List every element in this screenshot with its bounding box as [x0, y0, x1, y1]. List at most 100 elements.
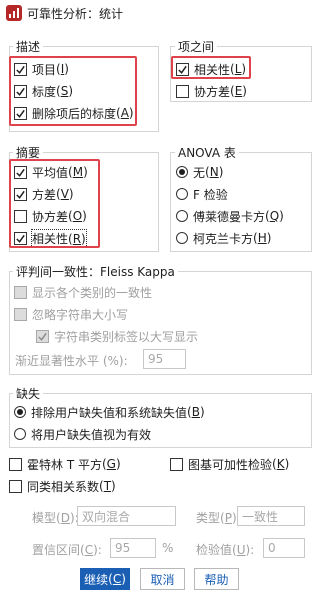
radio-icon[interactable] — [14, 428, 26, 440]
radio-icon[interactable] — [176, 188, 188, 200]
summary-covariances-checkbox[interactable]: 协方差(O) — [14, 207, 87, 225]
checkbox-icon[interactable] — [14, 106, 27, 120]
anova-legend: ANOVA 表 — [175, 144, 239, 161]
checkbox-icon[interactable] — [9, 457, 22, 471]
summary-legend: 摘要 — [13, 144, 44, 161]
confidence-interval-input[interactable]: 95 — [110, 538, 156, 558]
scale-checkbox[interactable]: 标度(S) — [14, 82, 73, 100]
checkbox-icon[interactable] — [14, 209, 27, 223]
describe-legend: 描述 — [13, 38, 44, 55]
radio-icon[interactable] — [14, 406, 26, 418]
type-value: 一致性 — [242, 509, 279, 524]
radio-icon[interactable] — [176, 166, 188, 178]
summary-correlations-checkbox[interactable]: 相关性(R) — [14, 228, 87, 248]
ci-label-text: 置信区间 — [32, 543, 81, 557]
checkbox-icon[interactable] — [170, 457, 183, 471]
checkbox-icon[interactable] — [36, 329, 49, 343]
significance-level-value: 95 — [148, 352, 164, 366]
test-value-input[interactable]: 0 — [263, 538, 305, 558]
window-title: 可靠性分析：统计 — [27, 7, 124, 21]
checkbox-icon[interactable] — [14, 165, 27, 179]
tukey-additivity-checkbox[interactable]: 图基可加性检验(K) — [170, 455, 289, 473]
inter-item-correlation-checkbox[interactable]: 相关性(L) — [176, 60, 246, 78]
anova-none-radio[interactable]: 无(N) — [176, 163, 223, 181]
scale-if-deleted-label: 删除项后的标度 — [32, 106, 117, 121]
tukey-label: 图基可加性检验 — [188, 457, 273, 472]
checkbox-icon[interactable] — [9, 479, 22, 493]
item-label: 项目 — [32, 62, 57, 77]
continue-button[interactable]: 继续(C) — [80, 568, 130, 590]
model-key: D — [60, 511, 70, 525]
checkbox-icon[interactable] — [14, 307, 27, 321]
ignore-case-checkbox[interactable]: 忽略字符串大小写 — [14, 305, 128, 323]
scale-key: S — [60, 84, 69, 98]
show-each-category-label: 显示各个类别的一致性 — [32, 285, 153, 300]
type-key: P — [224, 511, 232, 525]
anova-friedman-radio[interactable]: 傅莱德曼卡方(Q) — [176, 207, 284, 225]
cancel-button[interactable]: 取消 — [140, 568, 185, 590]
means-checkbox[interactable]: 平均值(M) — [14, 163, 88, 181]
missing-legend: 缺失 — [13, 385, 44, 402]
checkbox-icon[interactable] — [176, 84, 189, 98]
test-label-text: 检验值 — [196, 543, 233, 557]
item-key: I — [60, 62, 65, 76]
inter-item-covariance-checkbox[interactable]: 协方差(E) — [176, 82, 247, 100]
exclude-missing-radio[interactable]: 排除用户缺失值和系统缺失值(B) — [14, 403, 205, 421]
hotelling-t-squared-checkbox[interactable]: 霍特林 T 平方(G) — [9, 455, 121, 473]
variances-key: V — [60, 187, 69, 201]
inter-item-correlation-key: L — [234, 62, 242, 76]
test-value-label: 检验值(U): — [196, 543, 255, 557]
model-dropdown[interactable]: 双向混合 — [77, 506, 176, 526]
summary-correlations-label: 相关性 — [32, 231, 69, 246]
help-label: 帮助 — [204, 572, 229, 587]
means-key: M — [72, 165, 84, 179]
radio-icon[interactable] — [176, 232, 188, 244]
variances-label: 方差 — [32, 187, 57, 202]
summary-covariances-key: O — [72, 209, 83, 223]
anova-friedman-label: 傅莱德曼卡方 — [193, 209, 266, 224]
checkbox-icon[interactable] — [14, 62, 27, 76]
user-missing-valid-radio[interactable]: 将用户缺失值视为有效 — [14, 425, 151, 443]
anova-cochran-key: H — [257, 231, 267, 245]
icc-key: T — [103, 479, 112, 493]
significance-level-label: 渐近显著性水平 (%): — [15, 354, 128, 368]
continue-key: C — [112, 572, 122, 586]
anova-cochran-radio[interactable]: 柯克兰卡方(H) — [176, 229, 271, 247]
checkbox-icon[interactable] — [176, 62, 189, 76]
scale-label: 标度 — [32, 84, 57, 99]
summary-correlations-label-wrap: 相关性(R) — [31, 228, 87, 248]
help-button[interactable]: 帮助 — [194, 568, 239, 590]
between-items-legend: 项之间 — [175, 38, 218, 55]
inter-item-correlation-label: 相关性 — [194, 62, 231, 77]
ci-key: C — [84, 543, 94, 557]
exclude-missing-label: 排除用户缺失值和系统缺失值 — [31, 405, 188, 420]
scale-if-deleted-key: A — [120, 106, 129, 120]
title-bar: 可靠性分析：统计 — [0, 0, 321, 26]
percent-sign: % — [162, 541, 174, 555]
uppercase-labels-checkbox[interactable]: 字符串类别标签以大写显示 — [36, 327, 198, 345]
anova-f-test-radio[interactable]: F 检验 — [176, 185, 228, 203]
scale-if-deleted-checkbox[interactable]: 删除项后的标度(A) — [14, 104, 134, 122]
uppercase-labels-label: 字符串类别标签以大写显示 — [54, 329, 199, 344]
checkbox-icon[interactable] — [14, 84, 27, 98]
show-each-category-checkbox[interactable]: 显示各个类别的一致性 — [14, 283, 152, 301]
radio-icon[interactable] — [176, 210, 188, 222]
checkbox-icon[interactable] — [14, 187, 27, 201]
model-value: 双向混合 — [82, 509, 131, 524]
intraclass-correlation-checkbox[interactable]: 同类相关系数(T) — [9, 477, 116, 495]
type-dropdown[interactable]: 一致性 — [237, 506, 305, 526]
checkbox-icon[interactable] — [14, 285, 27, 299]
anova-friedman-key: Q — [269, 209, 280, 223]
fleiss-kappa-legend: 评判间一致性：Fleiss Kappa — [13, 263, 178, 280]
ci-value: 95 — [115, 541, 131, 555]
test-key: U — [236, 543, 246, 557]
anova-none-key: N — [209, 165, 219, 179]
item-checkbox[interactable]: 项目(I) — [14, 60, 69, 78]
significance-level-input[interactable]: 95 — [143, 349, 186, 369]
user-missing-valid-label: 将用户缺失值视为有效 — [31, 427, 152, 442]
inter-item-covariance-label: 协方差 — [194, 84, 231, 99]
variances-checkbox[interactable]: 方差(V) — [14, 185, 74, 203]
checkbox-icon[interactable] — [14, 231, 27, 245]
type-label-text: 类型 — [196, 511, 221, 525]
means-label: 平均值 — [32, 165, 69, 180]
